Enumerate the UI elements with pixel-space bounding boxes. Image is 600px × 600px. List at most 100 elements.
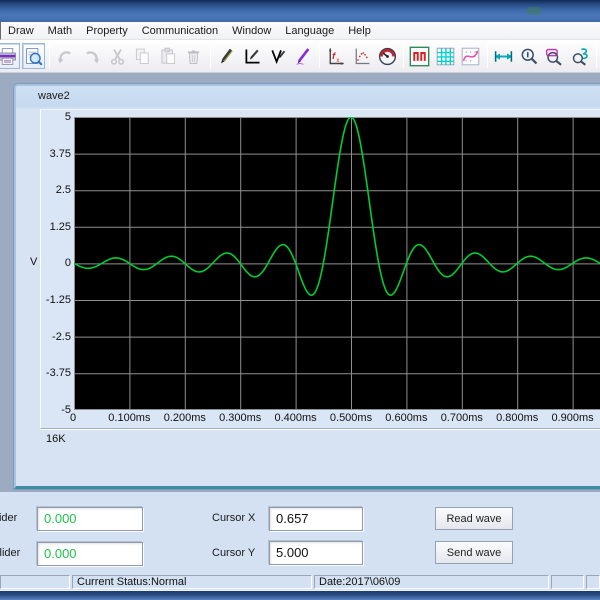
x-tick-label: 0.500ms [329, 412, 373, 424]
toolbar-button-point-edit[interactable] [350, 43, 374, 69]
copy-icon [132, 46, 153, 67]
y-tick-label: 3.75 [49, 147, 71, 160]
sample-count-label: 16K [46, 433, 66, 445]
x-tick-label: 0.900ms [551, 412, 594, 424]
function-draw-icon: fx [325, 46, 346, 67]
toolbar-button-zoom-horizontal[interactable] [492, 43, 516, 69]
toolbar-button-zoom-in[interactable] [517, 43, 541, 69]
read-wave-button[interactable]: Read wave [435, 507, 513, 530]
x-tick-label: 0.100ms [108, 412, 151, 424]
gauge-icon [377, 46, 398, 67]
cursor-x-value-field[interactable]: 0.657 [269, 507, 363, 531]
waveform-chart[interactable] [74, 117, 600, 410]
svg-text:x: x [337, 56, 340, 63]
x-tick-label: 0.400ms [274, 412, 317, 424]
window-bottom-edge [0, 590, 600, 600]
toolbar-separator [486, 44, 488, 68]
waveform-svg [74, 117, 600, 410]
y-axis-unit-label: V [30, 256, 38, 268]
toolbar-separator [49, 44, 51, 68]
toolbar-button-line-draw[interactable] [240, 43, 264, 69]
toolbar-button-redo[interactable] [80, 43, 104, 69]
toolbar-button-function-draw[interactable]: fx [324, 43, 348, 69]
x-tick-label: 0.800ms [496, 412, 539, 424]
chart-grid [74, 117, 600, 410]
menu-item-draw[interactable]: Draw [1, 23, 41, 39]
print-icon [0, 46, 18, 67]
toolbar-button-grid[interactable] [434, 43, 458, 69]
menu-item-window[interactable]: Window [225, 23, 278, 39]
pencil-icon [216, 46, 237, 67]
polyline-draw-icon [267, 46, 288, 67]
cursor-y-label: Cursor Y [212, 547, 256, 559]
redo-icon [81, 46, 102, 67]
curve-fit-icon [460, 46, 481, 67]
y-slider-label: slider [0, 547, 21, 559]
cursor-x-label: Cursor X [212, 512, 256, 524]
x-tick-label: 0.200ms [163, 412, 206, 424]
point-edit-icon [351, 46, 372, 67]
toolbar-button-curve-fit[interactable] [459, 43, 483, 69]
menu-item-help[interactable]: Help [341, 23, 378, 39]
zoom-reset-icon [570, 46, 591, 67]
toolbar-button-cut[interactable] [105, 43, 129, 69]
toolbar-button-polyline-draw[interactable] [266, 43, 290, 69]
toolbar-button-paste[interactable] [157, 43, 181, 69]
toolbar-separator [209, 44, 211, 68]
menu-bar: Draw Math Property Communication Window Langu… [0, 22, 600, 40]
paste-icon [158, 46, 179, 67]
titlebar-app-icon [527, 7, 541, 15]
wave-window[interactable]: wave2 5 3.75 2.5 1.25 0 -1.25 -2.5 -3.75 -5 0 0.1… [14, 84, 600, 489]
waveform-trace [74, 117, 600, 296]
menu-item-math[interactable]: Math [41, 23, 79, 39]
grid-icon [435, 46, 456, 67]
svg-text:f: f [332, 51, 336, 62]
toolbar-button-pencil[interactable] [215, 43, 239, 69]
send-wave-button[interactable]: Send wave [435, 541, 513, 564]
toolbar-button-marker[interactable] [408, 43, 432, 69]
zoom-horizontal-icon [493, 46, 514, 67]
cut-icon [107, 46, 128, 67]
zoom-region-icon [544, 46, 565, 67]
toolbar-button-gauge[interactable] [375, 43, 399, 69]
x-slider-label: slider [0, 512, 18, 524]
x-tick-label: 0.300ms [219, 412, 262, 424]
toolbar-button-print[interactable] [0, 43, 20, 69]
menu-item-property[interactable]: Property [79, 23, 135, 39]
x-tick-label: 0.600ms [385, 412, 428, 424]
mdi-workspace: wave2 5 3.75 2.5 1.25 0 -1.25 -2.5 -3.75 -5 0 0.1… [0, 73, 600, 492]
status-segment-small [551, 575, 584, 589]
control-panel: slider 0.000 slider 0.000 Cursor X 0.657… [0, 492, 600, 574]
toolbar-separator [596, 44, 598, 68]
y-slider-value-field[interactable]: 0.000 [37, 542, 143, 566]
toolbar-button-zoom-region[interactable] [543, 43, 567, 69]
freehand-draw-icon [293, 46, 314, 67]
menu-item-communication[interactable]: Communication [135, 23, 225, 39]
app-window: Draw Math Property Communication Window Langu… [0, 0, 600, 600]
status-segment-empty [0, 575, 70, 589]
print-preview-icon [23, 46, 44, 67]
menu-item-language[interactable]: Language [278, 23, 341, 39]
toolbar-button-print-preview[interactable] [21, 43, 46, 69]
y-tick-label: 2.5 [55, 184, 71, 197]
toolbar-button-zoom-reset[interactable] [568, 43, 592, 69]
x-slider-value-field[interactable]: 0.000 [37, 507, 143, 531]
line-draw-icon [242, 46, 263, 67]
cursor-y-value-field[interactable]: 5.000 [269, 541, 363, 565]
y-tick-label: 0 [64, 257, 71, 270]
y-tick-label: 5 [64, 111, 71, 123]
toolbar-button-freehand-draw[interactable] [292, 43, 316, 69]
toolbar-button-undo[interactable] [54, 43, 78, 69]
window-titlebar [0, 0, 600, 22]
wave-window-title[interactable]: wave2 [38, 90, 70, 102]
undo-icon [55, 46, 76, 67]
plot-panel: 5 3.75 2.5 1.25 0 -1.25 -2.5 -3.75 -5 0 0.100ms 0.… [40, 109, 600, 429]
toolbar-button-copy[interactable] [131, 43, 155, 69]
toolbar-button-delete[interactable] [182, 43, 206, 69]
y-tick-label: -3.75 [45, 367, 71, 380]
toolbar-separator [402, 44, 404, 68]
y-tick-label: 1.25 [49, 220, 71, 233]
status-bar: Current Status:Normal Date:2017\06\09 [0, 574, 600, 590]
toolbar-separator [319, 44, 321, 68]
status-segment-right [586, 575, 600, 589]
